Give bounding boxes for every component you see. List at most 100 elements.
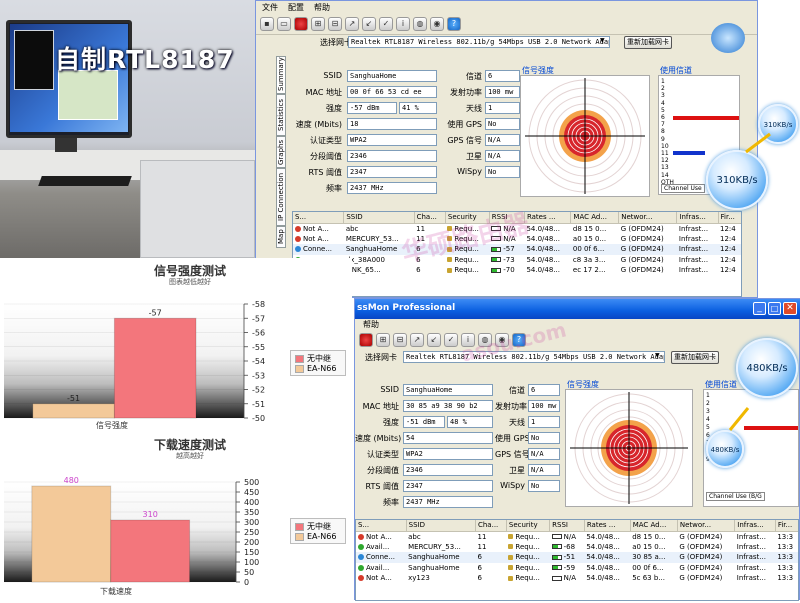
channel-ticks: 1 2 3 4 5 6 7 8 9 10 11 12 13 14 OTH [661, 78, 674, 186]
y-tick-label: 250 [244, 528, 259, 537]
cell-first: 12:4 [718, 265, 741, 276]
minimize-icon[interactable]: _ [753, 302, 766, 315]
channel-tick: 7 [661, 121, 665, 129]
cell-net: G (OFDM24) [677, 552, 734, 563]
cell-text: 13:3 [777, 574, 794, 583]
txpower-label: 发射功率 [495, 402, 527, 411]
col-first[interactable]: Fir... [775, 520, 798, 532]
col-rates[interactable]: Rates ... [584, 520, 631, 532]
channel-tick: 14 [661, 171, 669, 179]
col-mac[interactable]: MAC Ad... [630, 520, 678, 532]
col-channel[interactable]: Cha... [414, 212, 446, 224]
reload-adapter-button[interactable]: 重新加载网卡 [624, 36, 672, 49]
frag-value: 2346 [403, 464, 493, 476]
col-network[interactable]: Networ... [677, 520, 736, 532]
channel-use-select[interactable]: Channel Use (B/G [706, 492, 765, 501]
antenna-label: 天线 [466, 104, 482, 113]
speed-value: 18 [347, 118, 437, 130]
channel-tick: 6 [661, 114, 665, 122]
network-icon[interactable]: ⊞ [311, 17, 325, 31]
col-mac[interactable]: MAC Ad... [570, 212, 620, 224]
col-channel[interactable]: Cha... [475, 520, 507, 532]
network-disconnect-icon[interactable]: ⊟ [328, 17, 342, 31]
maximize-icon[interactable]: □ [768, 302, 781, 315]
save-icon[interactable]: ▪ [260, 17, 274, 31]
legend-swatch-orange [295, 532, 304, 541]
channel-use-select[interactable]: Channel Use [661, 184, 705, 193]
y-tick-label: -56 [252, 329, 265, 338]
tab-map[interactable]: Map [276, 226, 286, 248]
col-rates[interactable]: Rates ... [524, 212, 572, 224]
y-tick-label: -51 [252, 400, 265, 409]
cell-text: 13:3 [777, 553, 794, 562]
menu-help-2[interactable]: 帮助 [363, 319, 379, 330]
menu-help[interactable]: 帮助 [314, 2, 330, 14]
ssid-label: SSID [323, 71, 342, 80]
export-icon[interactable]: ↗ [345, 17, 359, 31]
table-row[interactable]: Conne... SanghuaHome 6 Requ... -51 54.0/48...… [356, 552, 798, 563]
adapter-select[interactable]: Realtek RTL8187 Wireless 802.11b/g 54Mbp… [348, 36, 610, 48]
table-row[interactable]: Conne... SanghuaHome 6 Requ... -57 54.0/48...… [293, 244, 741, 255]
signal-bar-icon [551, 544, 562, 550]
help-icon[interactable]: ? [447, 17, 461, 31]
strength-pct: 41 % [399, 102, 437, 114]
cell-text: a0 15 0... [572, 234, 607, 243]
settings-icon[interactable]: ✓ [444, 333, 458, 347]
globe-icon[interactable]: ◍ [413, 17, 427, 31]
strength-label: 强度 [383, 418, 399, 427]
close-icon[interactable]: ✕ [783, 302, 797, 315]
info-icon[interactable]: i [396, 17, 410, 31]
col-network[interactable]: Networ... [618, 212, 678, 224]
dropdown-arrow-icon[interactable]: ▼ [600, 37, 608, 47]
channel-tick: 1 [706, 392, 710, 399]
record-icon[interactable] [359, 333, 373, 347]
adapter-select-2[interactable]: Realtek RTL8187 Wireless 802.11b/g 54Mbp… [403, 351, 665, 363]
col-infra[interactable]: Infras... [676, 212, 719, 224]
table-row[interactable]: Avail... SanghuaHome 6 Requ... -59 54.0/48...… [356, 563, 798, 574]
satellite-label: 卫星 [466, 152, 482, 161]
tab-ip-connection[interactable]: IP Connection [276, 168, 286, 226]
cell-status: Conne... [293, 244, 344, 255]
col-status[interactable]: S... [356, 520, 407, 532]
menu-file[interactable]: 文件 [262, 2, 278, 14]
menu-config[interactable]: 配置 [288, 2, 304, 14]
dropdown-arrow-icon[interactable]: ▼ [655, 352, 663, 362]
table-row[interactable]: Not A... abc 11 Requ... N/A 54.0/48... d8 15 0… [356, 531, 798, 542]
col-ssid[interactable]: SSID [343, 212, 415, 224]
col-first[interactable]: Fir... [718, 212, 741, 224]
record-icon[interactable] [294, 17, 308, 31]
settings-icon[interactable]: ✓ [379, 17, 393, 31]
export-icon[interactable]: ↗ [410, 333, 424, 347]
cell-text: 5c 63 b... [632, 574, 665, 583]
open-folder-icon[interactable]: ▭ [277, 17, 291, 31]
table-row[interactable]: dx_38A000 6 Requ... -73 54.0/48... c8 3a 3...… [293, 255, 741, 266]
cell-mac: d8 15 0... [571, 223, 619, 234]
cell-text: Not A... [303, 234, 329, 243]
import-icon[interactable]: ↙ [362, 17, 376, 31]
col-status[interactable]: S... [293, 212, 345, 224]
monitor-stand [55, 138, 77, 152]
cell-ssid: MERCURY_53... [406, 542, 475, 553]
y-tick-label: 50 [244, 568, 254, 577]
cell-first: 12:4 [718, 244, 741, 255]
tab-statistics[interactable]: Statistics [276, 94, 286, 136]
tab-graphs[interactable]: Graphs [276, 136, 286, 168]
cell-mac: d8 15 0... [630, 531, 677, 542]
lock-icon [447, 267, 453, 273]
col-infra[interactable]: Infras... [734, 520, 776, 532]
cell-text: 13:3 [777, 542, 794, 551]
web-icon[interactable]: ◉ [430, 17, 444, 31]
table-row[interactable]: Not A... xy123 6 Requ... N/A 54.0/48... 5c 63 … [356, 573, 798, 584]
network-icon[interactable]: ⊞ [376, 333, 390, 347]
reload-adapter-button-2[interactable]: 重新加载网卡 [671, 351, 719, 364]
import-icon[interactable]: ↙ [427, 333, 441, 347]
cell-infra: Infrast... [735, 552, 776, 563]
mac-label: MAC 地址 [362, 402, 399, 411]
tab-summary[interactable]: Summary [276, 56, 286, 94]
table-row[interactable]: LINK_65... 6 Requ... -70 54.0/48... ec 17 2..… [293, 265, 741, 276]
table-row[interactable]: Avail... MERCURY_53... 11 Requ... -68 54.0/48… [356, 542, 798, 553]
network-disconnect-icon[interactable]: ⊟ [393, 333, 407, 347]
col-rssi[interactable]: RSSI [549, 520, 585, 532]
col-ssid[interactable]: SSID [406, 520, 476, 532]
col-security[interactable]: Security [506, 520, 551, 532]
